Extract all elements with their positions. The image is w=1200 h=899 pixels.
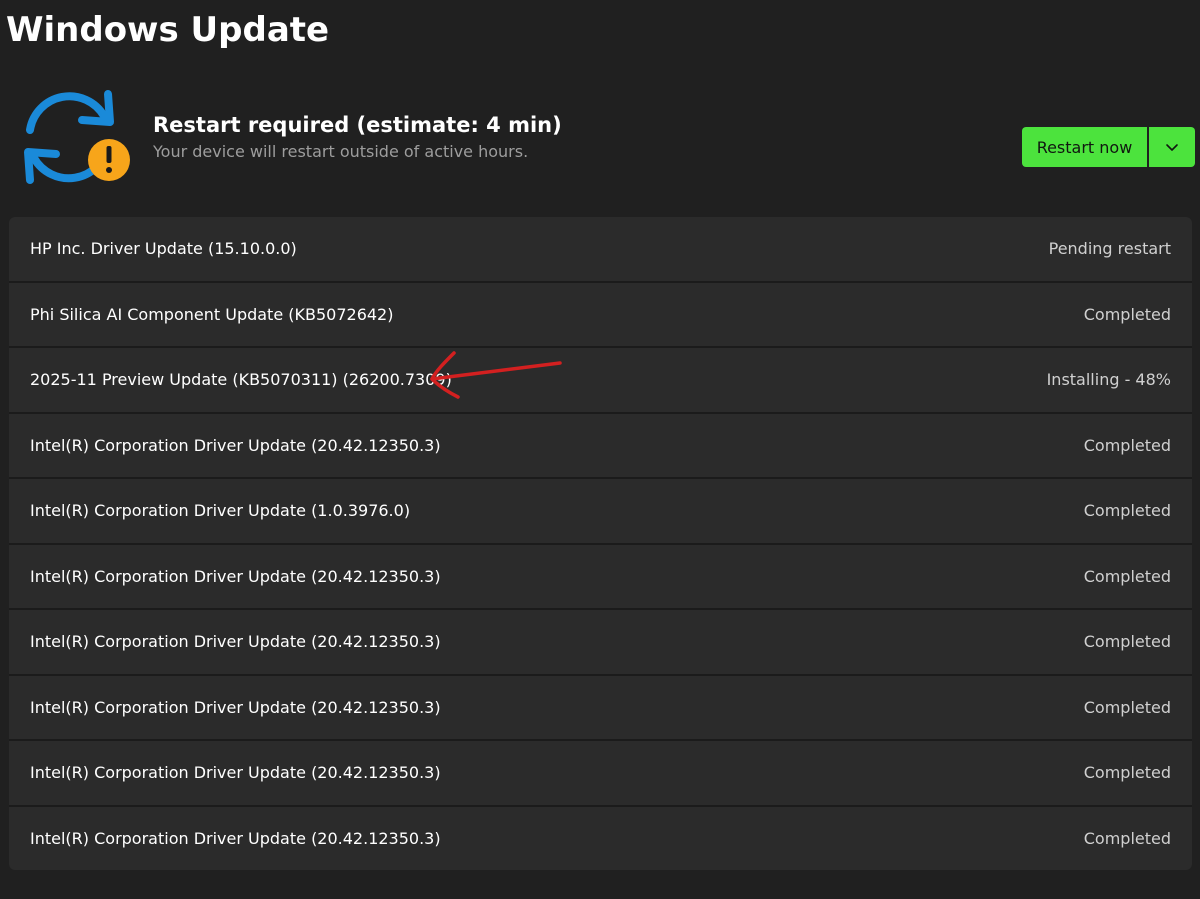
update-row: Intel(R) Corporation Driver Update (1.0.… (9, 479, 1192, 543)
update-row: Intel(R) Corporation Driver Update (20.4… (9, 806, 1192, 870)
update-name: Intel(R) Corporation Driver Update (20.4… (30, 435, 441, 455)
update-row: 2025-11 Preview Update (KB5070311) (2620… (9, 348, 1192, 412)
update-status: Completed (1083, 501, 1171, 521)
update-status: Completed (1083, 566, 1171, 586)
update-status: Completed (1083, 763, 1171, 783)
sync-warning-icon (20, 88, 132, 186)
status-block: Restart required (estimate: 4 min) Your … (153, 110, 562, 164)
update-status: Completed (1083, 304, 1171, 324)
status-title: Restart required (estimate: 4 min) (153, 113, 562, 137)
chevron-down-icon (1166, 144, 1178, 151)
update-row: Intel(R) Corporation Driver Update (20.4… (9, 544, 1192, 608)
update-name: Intel(R) Corporation Driver Update (20.4… (30, 632, 441, 652)
windows-update-page: Windows Update Restart required (estimat… (0, 0, 1200, 899)
update-name: Intel(R) Corporation Driver Update (20.4… (30, 566, 441, 586)
update-name: Intel(R) Corporation Driver Update (20.4… (30, 763, 441, 783)
update-status: Installing - 48% (1046, 370, 1171, 390)
restart-options-dropdown[interactable] (1149, 127, 1195, 167)
update-status: Completed (1083, 632, 1171, 652)
update-name: Intel(R) Corporation Driver Update (1.0.… (30, 501, 411, 521)
page-title: Windows Update (6, 10, 330, 50)
update-name: 2025-11 Preview Update (KB5070311) (2620… (30, 370, 452, 390)
update-row: Intel(R) Corporation Driver Update (20.4… (9, 741, 1192, 805)
status-subtitle: Your device will restart outside of acti… (153, 142, 529, 161)
update-name: Phi Silica AI Component Update (KB507264… (30, 304, 394, 324)
update-row: Intel(R) Corporation Driver Update (20.4… (9, 413, 1192, 477)
update-status: Completed (1083, 435, 1171, 455)
update-name: Intel(R) Corporation Driver Update (20.4… (30, 697, 441, 717)
restart-button-group: Restart now (1022, 127, 1195, 167)
update-list: HP Inc. Driver Update (15.10.0.0) Pendin… (9, 217, 1192, 870)
update-status: Pending restart (1048, 239, 1171, 259)
update-status: Completed (1083, 697, 1171, 717)
update-row: Phi Silica AI Component Update (KB507264… (9, 282, 1192, 346)
update-row: Intel(R) Corporation Driver Update (20.4… (9, 675, 1192, 739)
update-status: Completed (1083, 828, 1171, 848)
restart-now-button[interactable]: Restart now (1022, 127, 1147, 167)
update-row: Intel(R) Corporation Driver Update (20.4… (9, 610, 1192, 674)
update-name: Intel(R) Corporation Driver Update (20.4… (30, 828, 441, 848)
update-row: HP Inc. Driver Update (15.10.0.0) Pendin… (9, 217, 1192, 281)
update-name: HP Inc. Driver Update (15.10.0.0) (30, 239, 297, 259)
